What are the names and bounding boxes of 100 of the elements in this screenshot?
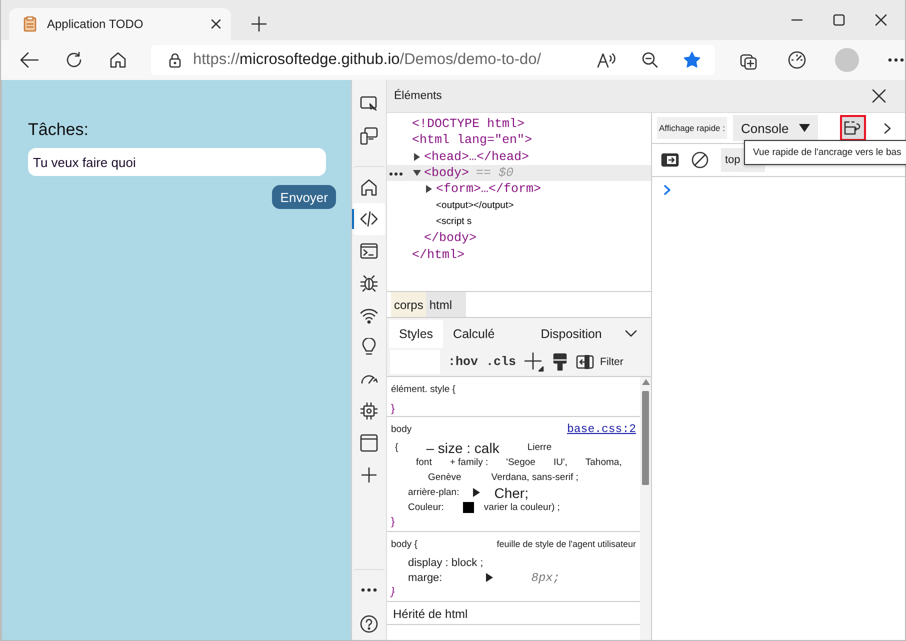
home-icon[interactable] [109,51,127,69]
css-text: 'Segoe [506,457,536,468]
stylesheet-source: feuille de style de l'agent utilisateur [496,539,636,549]
zoom-out-icon[interactable] [641,51,659,69]
sidebar-toggle-icon[interactable] [576,355,594,369]
dom-closing-tag: </body> [387,230,651,246]
css-value: 8px; [531,570,560,584]
gauge-icon[interactable] [787,50,807,70]
closing-brace: } [391,515,396,529]
css-text: Cher; [494,486,528,500]
read-aloud-icon[interactable] [597,51,617,69]
chevron-right-icon[interactable] [884,122,891,134]
device-icon [360,127,378,145]
dom-node[interactable]: <body> == $0 [387,164,651,182]
css-text: Couleur: [408,502,444,513]
closing-brace: } [391,402,396,416]
submit-button[interactable]: Envoyer [272,185,336,209]
scrollbar[interactable] [640,377,651,640]
stylesheet-link[interactable]: base.css:2 [566,422,636,436]
task-input[interactable]: Tu veux faire quoi [28,148,326,176]
chevron-down-icon[interactable] [625,330,637,338]
console-prompt-icon [664,185,671,195]
more-icon [360,588,378,592]
css-selector: body [391,424,412,434]
close-icon[interactable] [872,89,886,103]
inherited-header: Hérité de html [387,602,640,625]
clear-console-icon[interactable] [691,151,709,169]
panel-tab[interactable]: Styles [389,320,444,348]
dom-node[interactable]: <form>…</form> [387,181,651,198]
home-icon [360,178,378,196]
css-selector: élément. style { [391,384,456,394]
css-selector: body { [391,538,418,550]
css-text: font [416,457,432,468]
collapsed-triangle-icon[interactable] [425,185,433,194]
scrollbar-thumb[interactable] [642,391,649,485]
close-icon[interactable] [875,14,887,26]
dock-icon [844,121,862,135]
code-icon [360,210,378,228]
caret-icon [798,124,810,132]
expand-triangle-icon[interactable] [473,488,480,497]
browser-tab[interactable]: Application TODO [9,8,231,40]
panel-dropdown[interactable]: Console [733,115,818,141]
close-icon[interactable] [211,19,221,29]
address-bar[interactable]: https://microsoftedge.github.io/Demos/demo-to-do/ [151,45,715,75]
closing-brace: } [391,585,396,599]
color-swatch[interactable] [462,502,474,513]
breadcrumb[interactable]: corps [391,292,426,317]
css-text: Verdana, sans-serif ; [491,472,578,483]
help-icon [360,615,378,633]
panel-tab[interactable]: Disposition [530,320,612,348]
expanded-triangle-icon[interactable] [413,169,421,178]
css-text: Genève [428,472,462,483]
panel-title: Éléments [394,90,442,102]
filter-label: Filter [600,356,624,368]
dom-node[interactable]: <!DOCTYPE html> [387,116,651,132]
css-text: varier la couleur) ; [484,502,560,513]
css-text: + family : [450,457,488,468]
css-text: Lierre [527,442,552,453]
add-icon [360,466,378,484]
page-heading: Tâches: [28,120,88,140]
wifi-icon [360,306,378,324]
class-toggle[interactable]: .cls [486,355,516,369]
new-tab-icon[interactable] [251,16,267,32]
css-text: arrière-plan: [408,487,460,498]
scroll-up-icon[interactable] [642,379,650,385]
tooltip: Vue rapide de l'ancrage vers le bas [744,140,906,165]
url-text: https://microsoftedge.github.io/Demos/demo-to-do/ [193,51,542,69]
dock-button[interactable] [840,115,866,141]
maximize-icon[interactable] [833,14,845,26]
css-text: IU', [553,457,568,468]
dom-node[interactable]: <output></output> [387,197,651,214]
more-icon [389,172,403,176]
paint-brush-icon[interactable] [552,353,568,371]
inspect-icon [360,95,378,113]
css-text: display : block ; [408,556,484,568]
back-icon[interactable] [19,51,39,69]
lock-icon [169,52,181,68]
dom-node[interactable]: <script s [387,214,651,230]
dom-node[interactable]: <html lang="en"> [387,132,651,149]
dom-node[interactable]: <head>…</head> [387,148,651,165]
dom-closing-tag: </html> [387,246,651,263]
refresh-icon[interactable] [65,51,83,69]
collapsed-triangle-icon[interactable] [413,152,421,161]
code-tab[interactable] [353,203,385,235]
clipboard-icon [23,16,37,32]
css-text: – size : calk [426,440,500,454]
css-text: Tahoma, [585,457,622,468]
css-text: { [395,442,398,453]
add-rule-icon[interactable] [524,352,544,372]
hover-state-toggle[interactable]: :hov [448,355,478,369]
expand-triangle-icon[interactable] [486,573,494,582]
chip-icon [360,402,378,420]
panel-tab[interactable]: Calculé [443,320,505,348]
more-icon[interactable] [887,57,905,63]
css-text: marge: [408,572,442,584]
bug-icon [360,274,378,292]
sidebar-icon[interactable] [661,153,679,167]
star-icon[interactable] [683,51,701,69]
quick-view-label: Affichage rapide : [657,117,727,139]
console-icon [360,242,378,260]
